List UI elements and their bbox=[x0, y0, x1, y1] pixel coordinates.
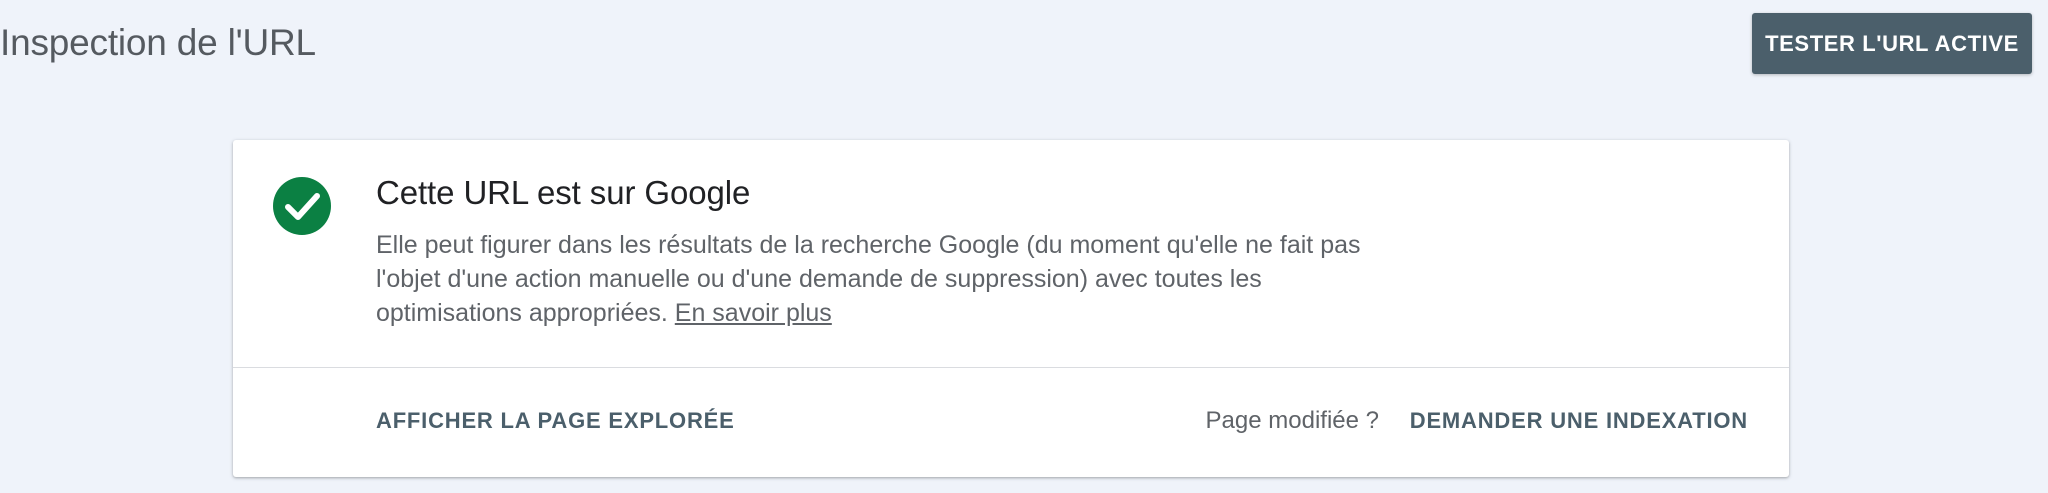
test-live-url-button[interactable]: TESTER L'URL ACTIVE bbox=[1752, 13, 2032, 74]
card-divider bbox=[233, 367, 1789, 368]
status-title: Cette URL est sur Google bbox=[376, 174, 751, 211]
learn-more-link[interactable]: En savoir plus bbox=[675, 299, 832, 327]
status-description: Elle peut figurer dans les résultats de … bbox=[376, 228, 1366, 330]
check-circle-icon bbox=[273, 177, 331, 235]
page-title: Inspection de l'URL bbox=[0, 22, 316, 63]
status-card: Cette URL est sur Google Elle peut figur… bbox=[233, 140, 1789, 477]
view-crawled-page-button[interactable]: AFFICHER LA PAGE EXPLORÉE bbox=[376, 408, 735, 434]
request-indexing-button[interactable]: DEMANDER UNE INDEXATION bbox=[1410, 408, 1748, 434]
page-changed-label: Page modifiée ? bbox=[1205, 407, 1379, 434]
status-description-text: Elle peut figurer dans les résultats de … bbox=[376, 231, 1361, 327]
